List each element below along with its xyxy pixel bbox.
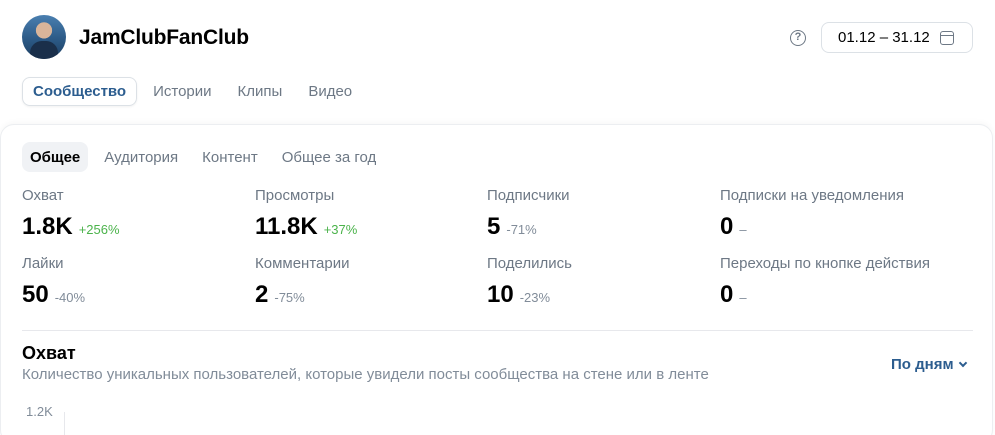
- tab-general[interactable]: Общее: [22, 142, 89, 172]
- stat-delta: +256%: [78, 222, 120, 237]
- tab-community[interactable]: Сообщество: [22, 77, 138, 106]
- stat-delta: –: [739, 222, 747, 237]
- tab-content[interactable]: Контент: [194, 142, 266, 172]
- stat-delta: -71%: [506, 222, 537, 237]
- community-title[interactable]: JamClubFanClub: [79, 26, 249, 50]
- tab-clips[interactable]: Клипы: [228, 77, 293, 106]
- stat-subscribers: Подписчики 5 -71%: [487, 187, 717, 241]
- stat-value: 5: [487, 213, 501, 240]
- grouping-label: По дням: [891, 356, 954, 373]
- section-divider: [22, 330, 973, 331]
- stat-shares: Поделились 10 -23%: [487, 255, 717, 309]
- reach-section-title: Охват: [22, 343, 76, 363]
- tab-stories[interactable]: Истории: [143, 77, 221, 106]
- calendar-icon: [939, 30, 954, 45]
- stat-reach: Охват 1.8K +256%: [22, 187, 252, 241]
- tab-audience[interactable]: Аудитория: [96, 142, 186, 172]
- stat-delta: +37%: [323, 222, 358, 237]
- stat-label: Подписки на уведомления: [720, 187, 905, 204]
- chart-y-axis: [64, 412, 65, 435]
- stat-value: 50: [22, 281, 49, 308]
- stat-label: Переходы по кнопке действия: [720, 255, 931, 272]
- tab-year-summary[interactable]: Общее за год: [274, 142, 385, 172]
- stat-delta: -75%: [274, 290, 305, 305]
- stat-label: Комментарии: [255, 255, 350, 272]
- stat-label: Лайки: [22, 255, 64, 272]
- sub-tabs: Общее Аудитория Контент Общее за год: [22, 142, 392, 172]
- tab-video[interactable]: Видео: [298, 77, 362, 106]
- stat-views: Просмотры 11.8K +37%: [255, 187, 485, 241]
- stat-delta: -40%: [54, 290, 86, 305]
- stat-label: Поделились: [487, 255, 572, 272]
- stat-value: 10: [487, 281, 514, 308]
- stat-value: 1.8K: [22, 213, 73, 240]
- date-range-button[interactable]: 01.12 – 31.12: [821, 22, 973, 53]
- stat-action-button-clicks: Переходы по кнопке действия 0–: [720, 255, 950, 309]
- stat-value: 0: [720, 213, 734, 240]
- reach-section-description: Количество уникальных пользователей, кот…: [22, 366, 709, 383]
- chart-y-tick: 1.2K: [26, 404, 53, 419]
- stat-value: 2: [255, 281, 269, 308]
- stat-likes: Лайки 50 -40%: [22, 255, 252, 309]
- stat-label: Просмотры: [255, 187, 335, 204]
- question-circle-icon[interactable]: ?: [790, 30, 806, 46]
- chevron-down-icon: [958, 358, 967, 368]
- community-avatar[interactable]: [22, 15, 66, 59]
- stat-value: 0: [720, 281, 734, 308]
- top-tabs: Сообщество Истории Клипы Видео: [22, 77, 368, 106]
- stat-delta: –: [739, 290, 747, 305]
- stat-value: 11.8K: [255, 213, 318, 240]
- stat-comments: Комментарии 2 -75%: [255, 255, 485, 309]
- grouping-dropdown[interactable]: По дням: [891, 356, 967, 373]
- stat-notification-subs: Подписки на уведомления 0–: [720, 187, 950, 241]
- stat-label: Подписчики: [487, 187, 570, 204]
- page-header: JamClubFanClub ? 01.12 – 31.12 Сообществ…: [0, 0, 995, 122]
- date-range-label: 01.12 – 31.12: [838, 29, 930, 46]
- stat-label: Охват: [22, 187, 64, 204]
- stat-delta: -23%: [519, 290, 551, 305]
